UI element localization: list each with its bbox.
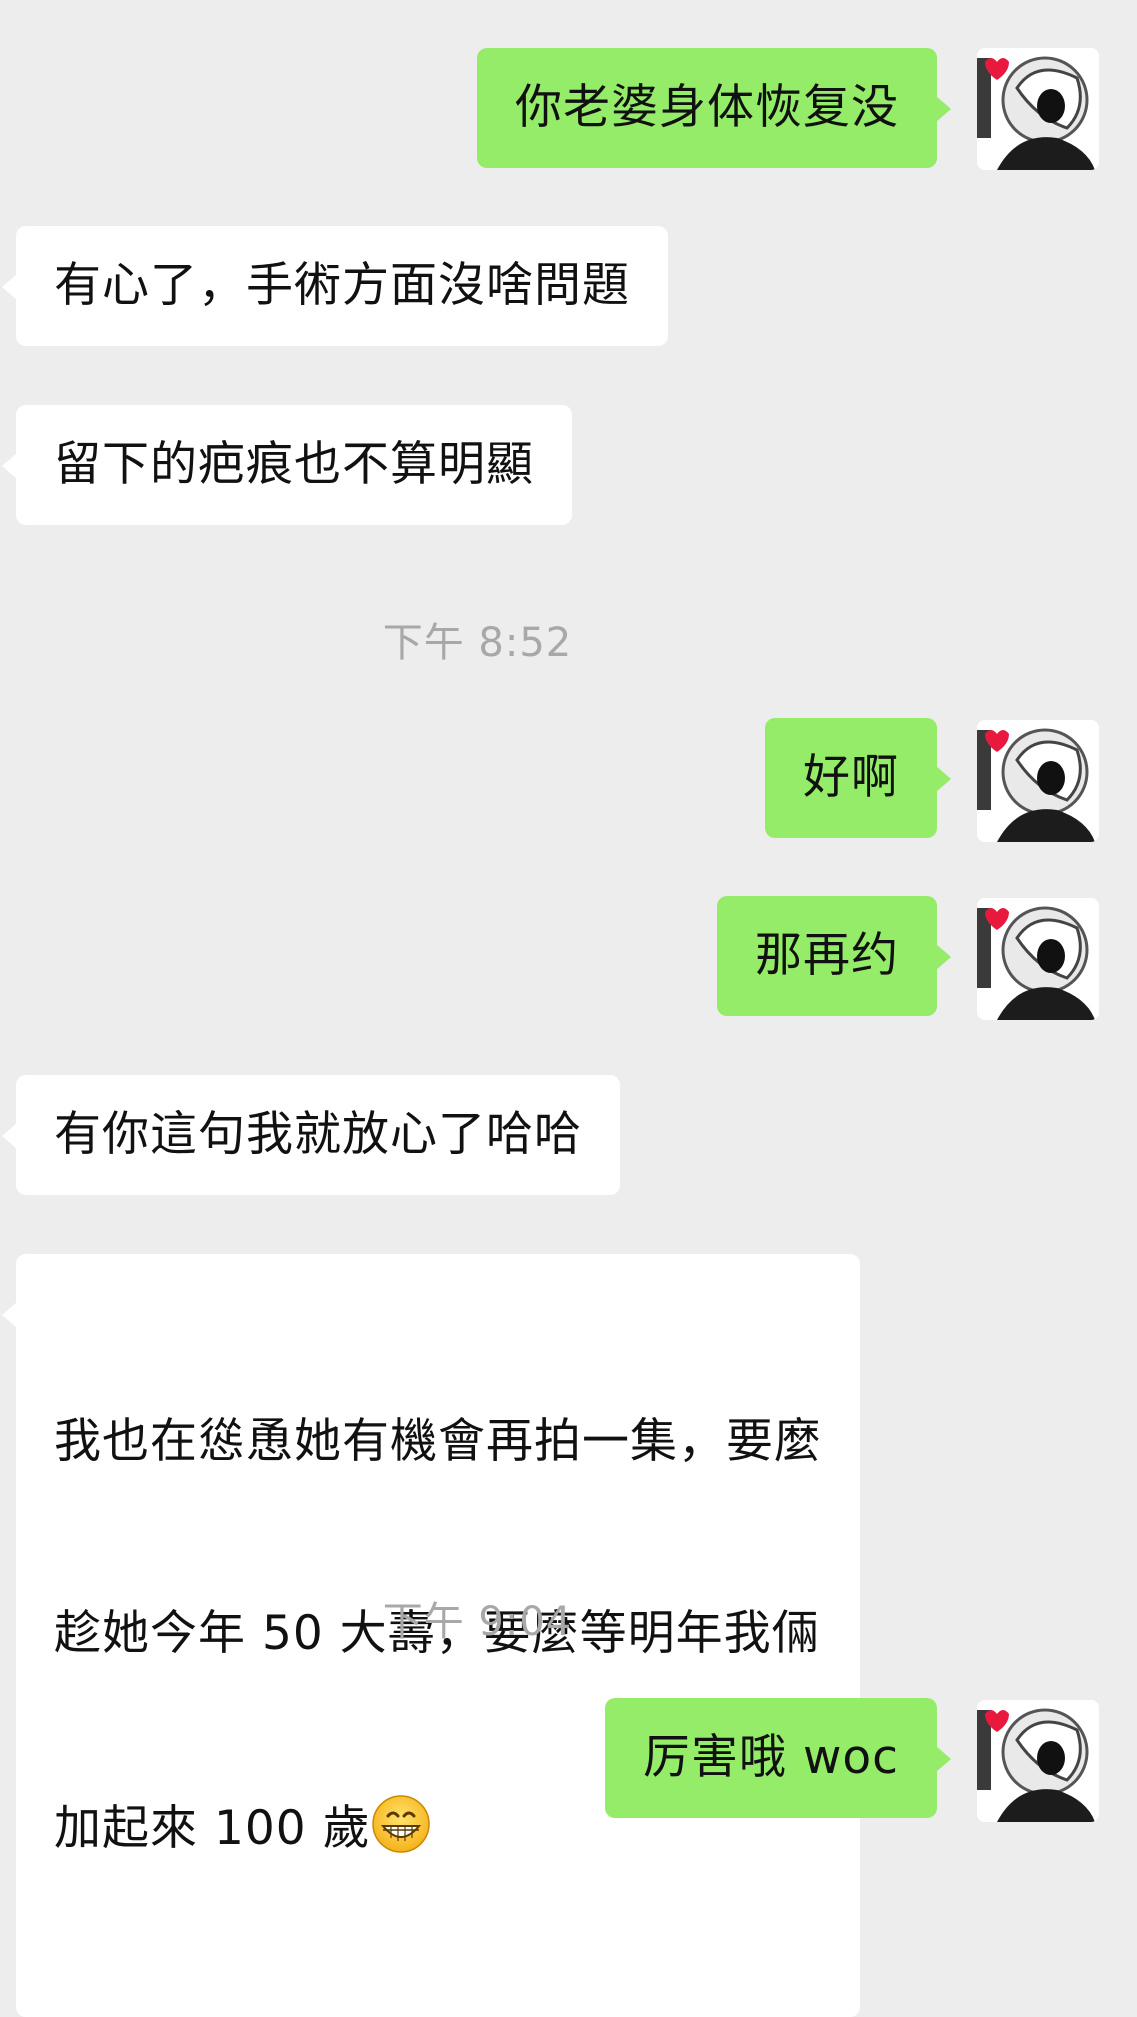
my-avatar[interactable] [977, 720, 1099, 842]
message-bubble-outgoing[interactable]: 好啊 [765, 718, 951, 838]
message-bubble-outgoing[interactable]: 厉害哦 woc [605, 1698, 951, 1818]
message-text: 加起來 100 歲 [54, 1801, 371, 1856]
cartoon-avatar-icon [977, 1700, 1099, 1822]
message-bubble-incoming[interactable]: 有心了，手術方面沒啥問題 [2, 226, 668, 346]
cartoon-avatar-icon [977, 48, 1099, 170]
message-line: 我也在慫恿她有機會再拍一集，要麼 [54, 1414, 822, 1469]
timestamp: 下午 8:52 [382, 620, 573, 666]
message-bubble-incoming[interactable]: 有你這句我就放心了哈哈 [2, 1075, 620, 1195]
my-avatar[interactable] [977, 1700, 1099, 1822]
cartoon-avatar-icon [977, 720, 1099, 842]
timestamp: 下午 9:04 [382, 1599, 573, 1645]
my-avatar[interactable] [977, 48, 1099, 170]
my-avatar[interactable] [977, 898, 1099, 1020]
grinning-face-emoji-icon [371, 1795, 430, 1853]
message-bubble-outgoing[interactable]: 你老婆身体恢复没 [477, 48, 951, 168]
message-bubble-outgoing[interactable]: 那再约 [717, 896, 951, 1016]
chat-thread: 你老婆身体恢复没 有心了，手術方面沒啥問題 留下的疤痕也不算明顯 下午 8:52… [0, 0, 1137, 2017]
message-bubble-incoming[interactable]: 留下的疤痕也不算明顯 [2, 405, 572, 525]
cartoon-avatar-icon [977, 898, 1099, 1020]
